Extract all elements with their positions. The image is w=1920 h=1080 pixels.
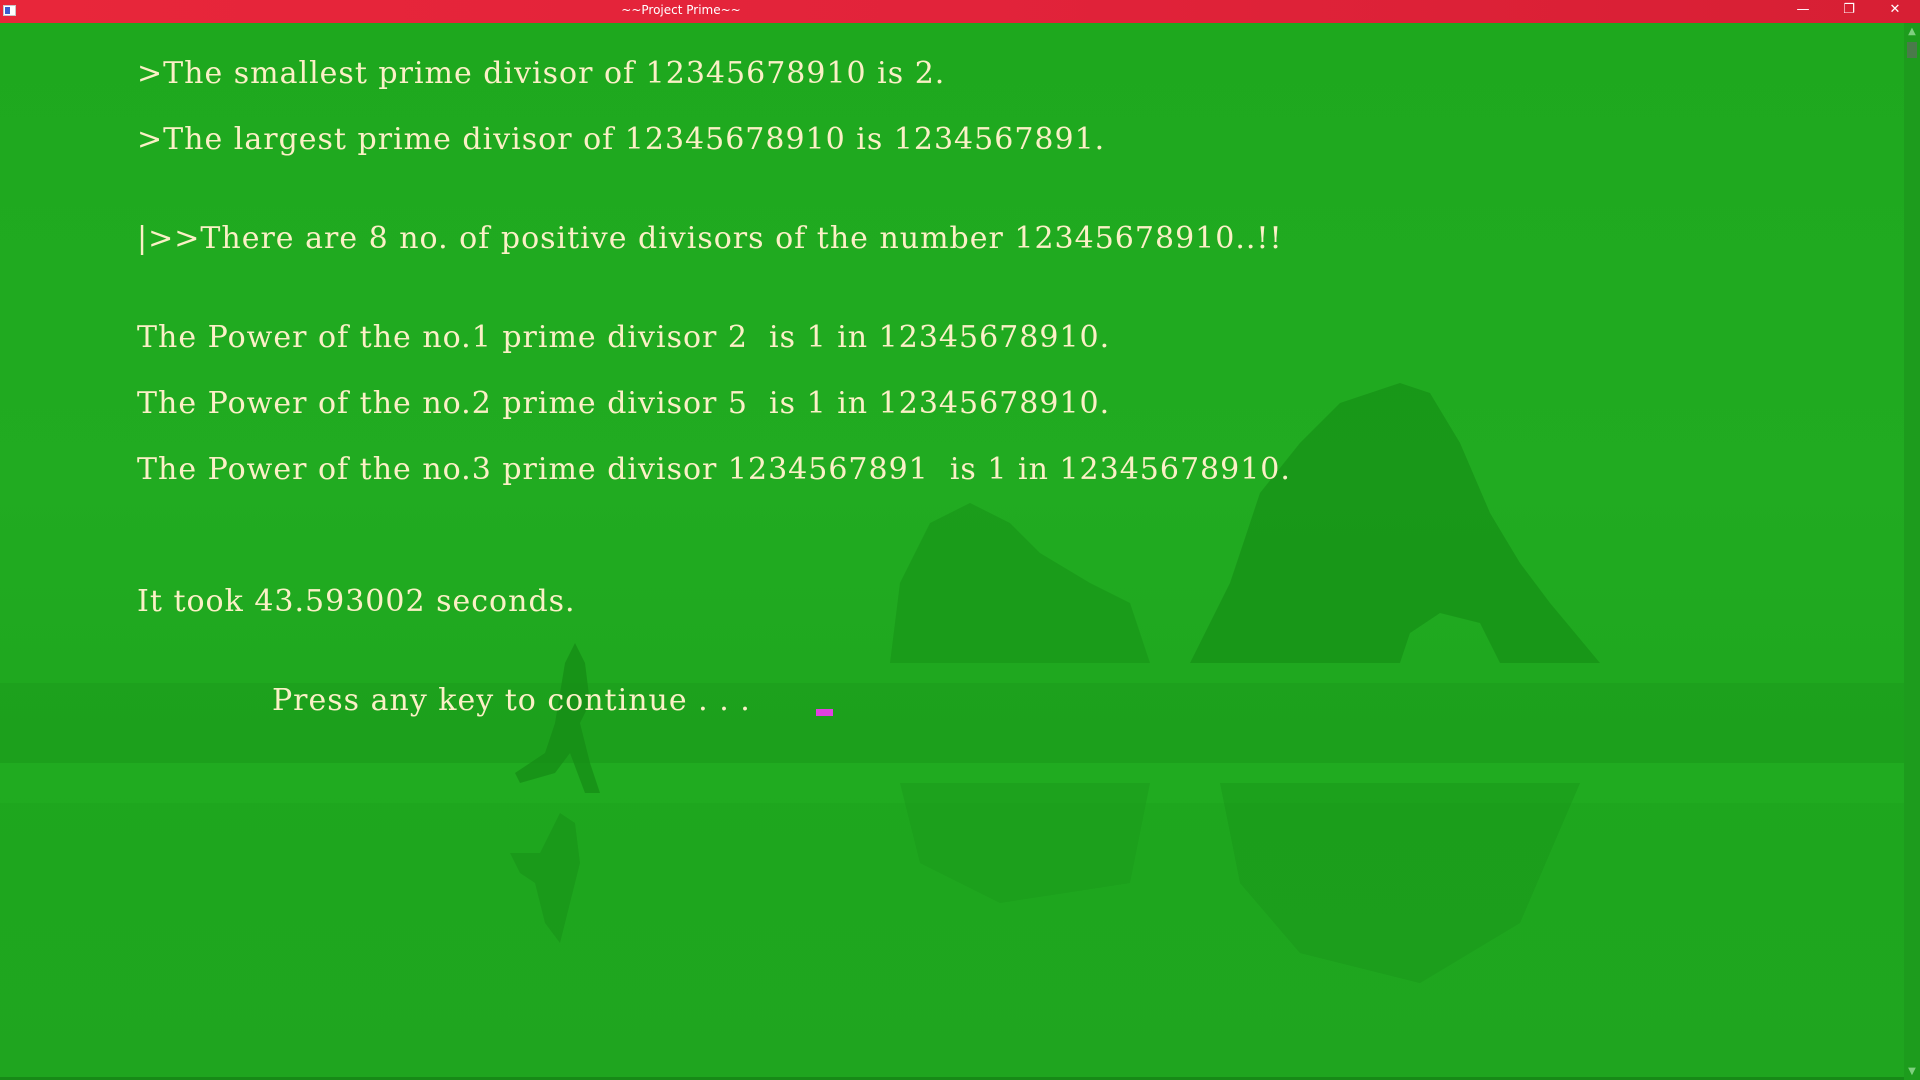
scroll-up-arrow-icon[interactable]: ▲: [1904, 23, 1920, 40]
elapsed-time-line: It took 43.593002 seconds.: [137, 584, 576, 619]
smallest-prime-divisor-line: >The smallest prime divisor of 123456789…: [137, 56, 946, 91]
title-bar[interactable]: ~~Project Prime~~ — ❐ ✕: [0, 0, 1920, 23]
prime-power-line-2: The Power of the no.2 prime divisor 5 is…: [137, 386, 1111, 421]
largest-prime-divisor-line: >The largest prime divisor of 1234567891…: [137, 122, 1106, 157]
prime-power-line-3: The Power of the no.3 prime divisor 1234…: [137, 452, 1291, 487]
scroll-thumb[interactable]: [1907, 42, 1917, 58]
vertical-scrollbar[interactable]: ▲ ▼: [1904, 23, 1920, 1080]
prime-power-line-1: The Power of the no.1 prime divisor 2 is…: [137, 320, 1111, 355]
window-title: ~~Project Prime~~: [621, 3, 741, 17]
press-any-key-prompt[interactable]: Press any key to continue . . .: [272, 683, 751, 719]
console-output: >The smallest prime divisor of 123456789…: [0, 23, 1904, 1078]
divisor-count-line: |>>There are 8 no. of positive divisors …: [137, 221, 1283, 256]
close-button[interactable]: ✕: [1872, 0, 1918, 23]
scroll-down-arrow-icon[interactable]: ▼: [1904, 1063, 1920, 1080]
text-cursor: [816, 709, 833, 716]
minimize-button[interactable]: —: [1780, 0, 1826, 23]
restore-button[interactable]: ❐: [1826, 0, 1872, 23]
console-window: ~~Project Prime~~ — ❐ ✕ >The smallest pr…: [0, 0, 1920, 1080]
